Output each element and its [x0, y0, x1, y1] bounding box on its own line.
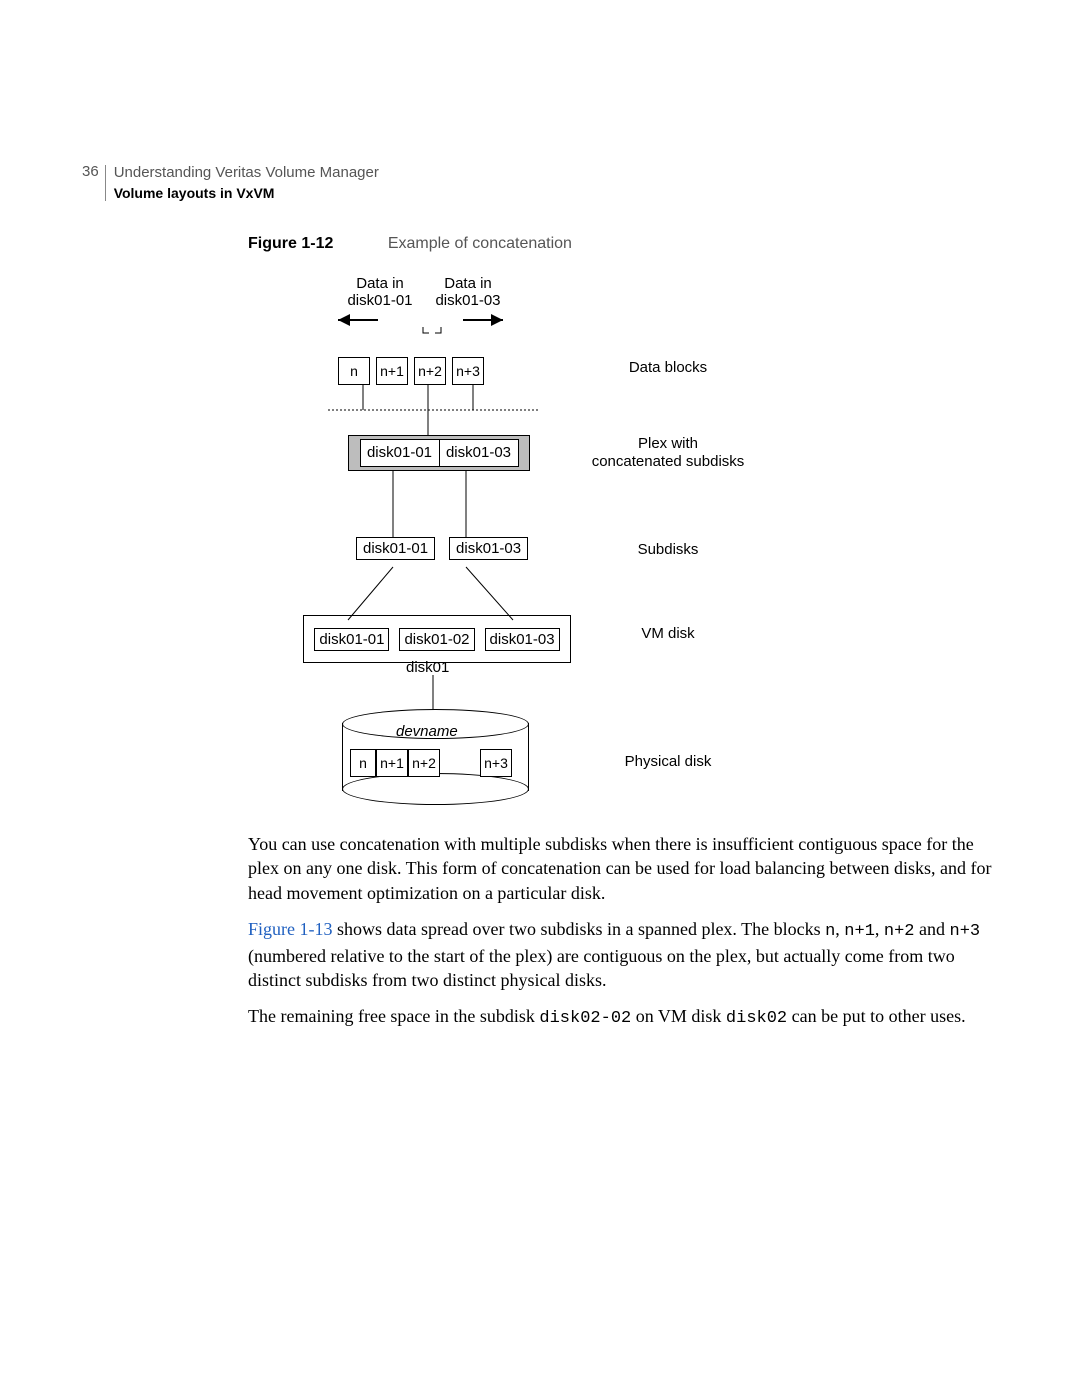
devname-label: devname	[396, 723, 458, 740]
data-block: n+1	[376, 357, 408, 385]
vmdisk-label: VM disk	[578, 625, 758, 643]
phys-block: n+2	[408, 749, 440, 777]
code-run: n+1	[844, 922, 875, 941]
plex-cell: disk01-01	[360, 439, 440, 467]
data-block: n+2	[414, 357, 446, 385]
text-run: ,	[875, 919, 884, 939]
data-blocks-label: Data blocks	[578, 359, 758, 377]
page-number: 36	[82, 163, 105, 180]
vmdisk-box: disk01-01 disk01-02 disk01-03	[303, 615, 571, 663]
body-text: You can use concatenation with multiple …	[248, 832, 1008, 1043]
figure-caption: Example of concatenation	[388, 235, 572, 252]
phys-block: n+3	[480, 749, 512, 777]
data-blocks-row: n n+1 n+2 n+3	[338, 357, 484, 385]
vmdisk-cell: disk01-03	[485, 628, 560, 651]
code-run: n+2	[884, 922, 915, 941]
phys-block: n	[350, 749, 376, 777]
physical-disk-label: Physical disk	[578, 753, 758, 771]
page: 36 Understanding Veritas Volume Manager …	[0, 0, 1080, 1397]
plex-box: disk01-01 disk01-03	[348, 435, 530, 471]
text-run: can be put to other uses.	[787, 1006, 965, 1026]
subdisks-label: Subdisks	[578, 541, 758, 559]
paragraph-2: Figure 1-13 shows data spread over two s…	[248, 917, 1008, 993]
vmdisk-cell: disk01-02	[399, 628, 474, 651]
phys-block: n+1	[376, 749, 408, 777]
data-block: n+3	[452, 357, 484, 385]
code-run: n+3	[950, 922, 981, 941]
figure-link[interactable]: Figure 1-13	[248, 919, 333, 939]
code-run: disk02-02	[539, 1009, 631, 1028]
text-run: on VM disk	[631, 1006, 726, 1026]
subdisk-cell: disk01-03	[449, 537, 528, 560]
data-block: n	[338, 357, 370, 385]
vmdisk-name: disk01	[406, 659, 449, 676]
code-run: n	[825, 922, 835, 941]
data-in-left-label: Data in disk01-01	[340, 275, 420, 309]
diagram: Data in disk01-01 Data in disk01-03 n n+…	[248, 275, 998, 815]
page-header: 36 Understanding Veritas Volume Manager …	[82, 163, 379, 203]
text-run: ,	[835, 919, 844, 939]
vmdisk-cell: disk01-01	[314, 628, 389, 651]
paragraph-1: You can use concatenation with multiple …	[248, 832, 1008, 905]
data-in-right-label: Data in disk01-03	[428, 275, 508, 309]
plex-cell: disk01-03	[440, 439, 519, 467]
text-run: and	[915, 919, 950, 939]
text-run: (numbered relative to the start of the p…	[248, 946, 955, 990]
chapter-title: Understanding Veritas Volume Manager	[114, 163, 379, 183]
plex-label: Plex with concatenated subdisks	[578, 435, 758, 471]
figure-title: Figure 1-12 Example of concatenation	[248, 235, 572, 253]
text-run: shows data spread over two subdisks in a…	[333, 919, 826, 939]
paragraph-3: The remaining free space in the subdisk …	[248, 1004, 1008, 1031]
subdisks-row: disk01-01 disk01-03	[356, 537, 528, 560]
code-run: disk02	[726, 1009, 787, 1028]
figure-label: Figure 1-12	[248, 235, 383, 252]
subdisk-cell: disk01-01	[356, 537, 435, 560]
phys-blocks-row: n n+1 n+2 n+3	[350, 749, 512, 777]
header-text: Understanding Veritas Volume Manager Vol…	[106, 163, 379, 203]
text-run: The remaining free space in the subdisk	[248, 1006, 539, 1026]
cylinder-bottom	[342, 773, 529, 805]
section-title: Volume layouts in VxVM	[114, 183, 379, 203]
